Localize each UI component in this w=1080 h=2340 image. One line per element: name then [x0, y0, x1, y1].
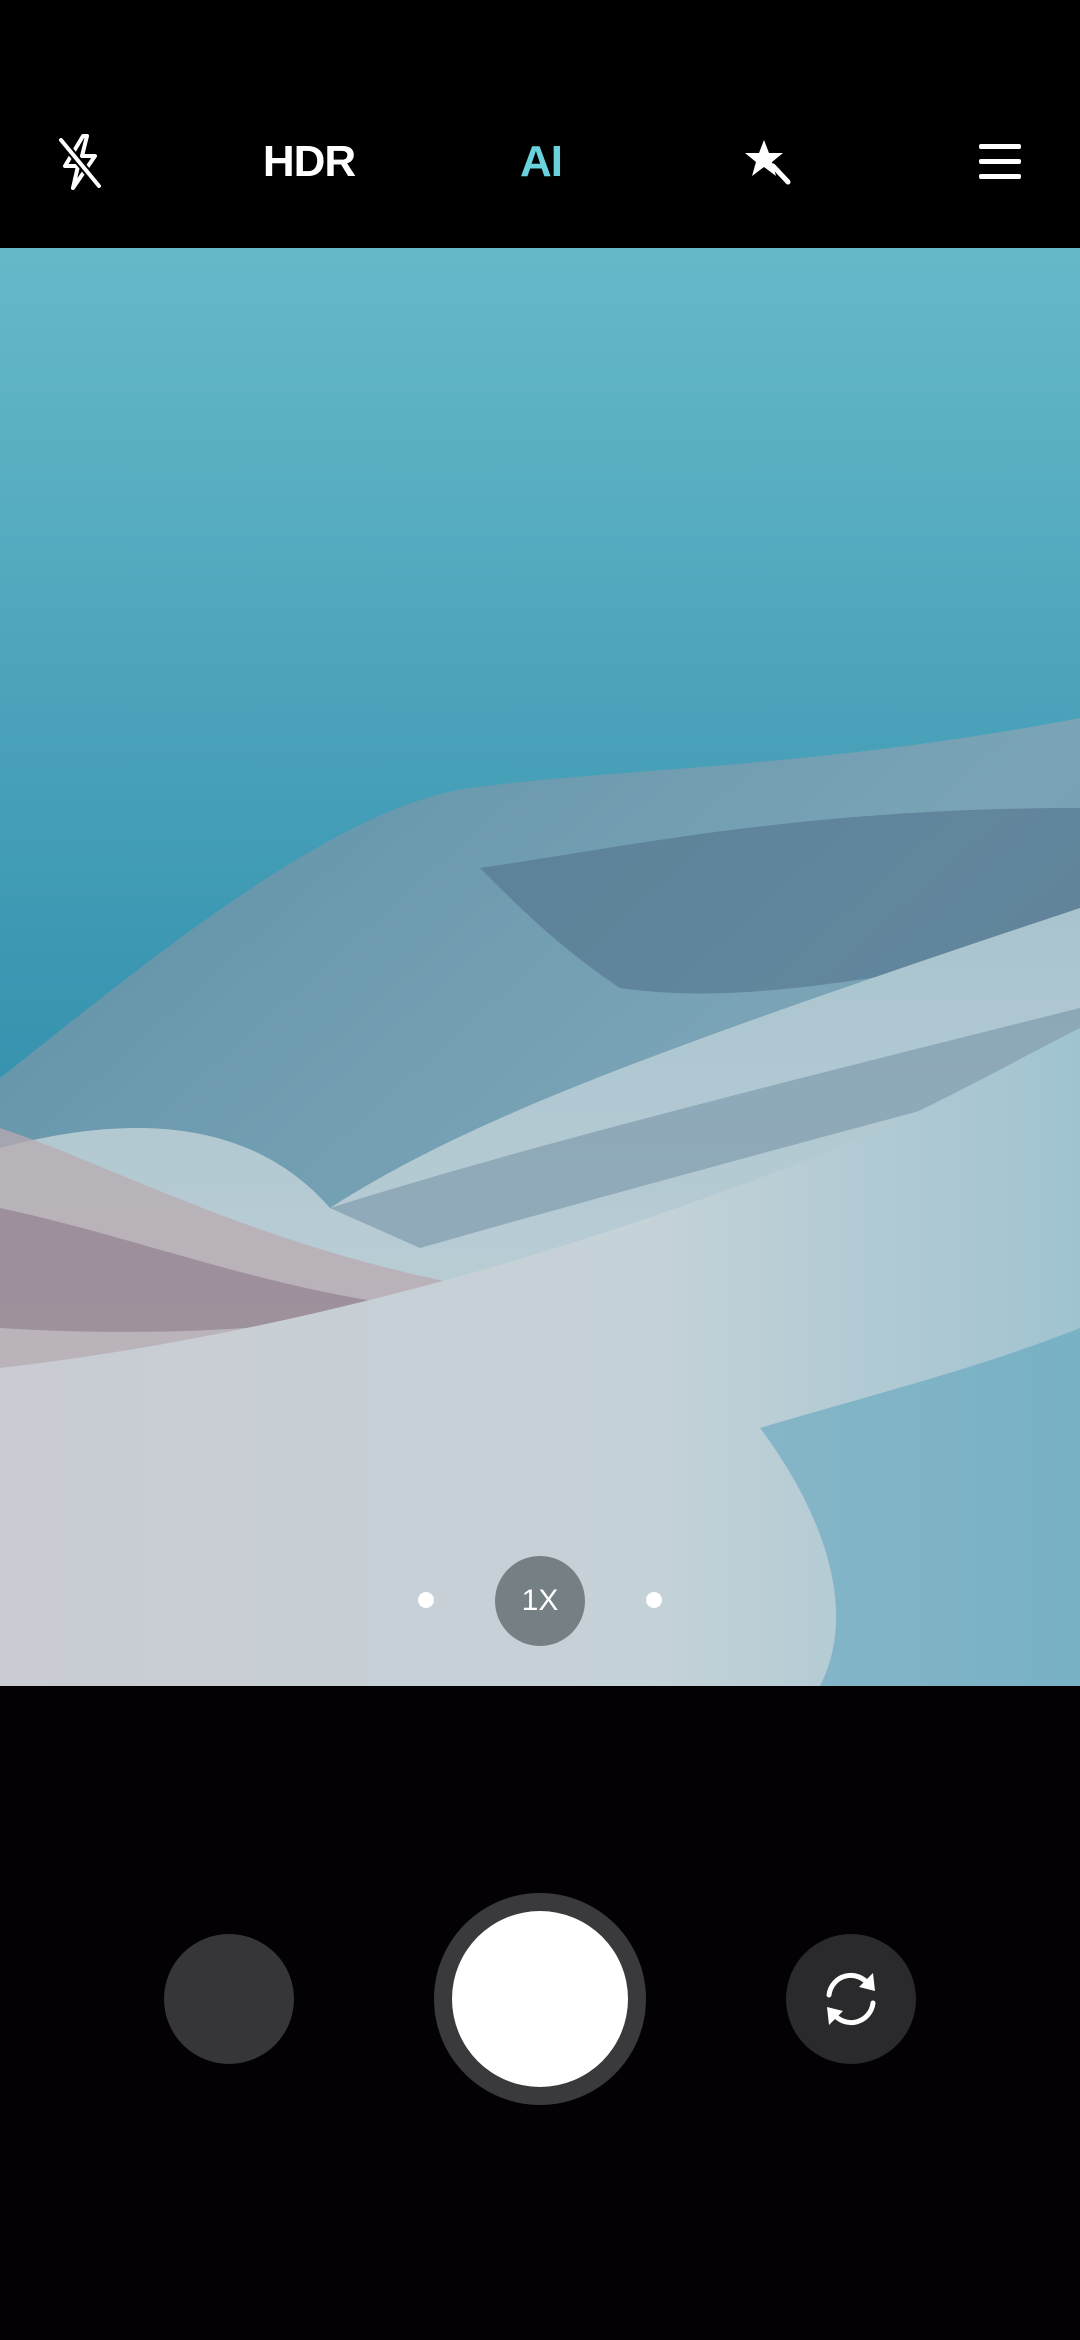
ai-label: AI [520, 137, 563, 186]
flash-toggle-button[interactable] [30, 112, 130, 212]
hdr-label: HDR [262, 137, 356, 186]
ai-toggle-button[interactable]: AI [491, 112, 591, 212]
beauty-filter-button[interactable] [718, 112, 818, 212]
flash-off-icon [57, 134, 103, 190]
preview-image [0, 248, 1080, 1686]
hamburger-menu-icon [979, 144, 1021, 179]
top-toolbar: HDR AI [0, 0, 1080, 248]
menu-button[interactable] [950, 112, 1050, 212]
gallery-thumbnail-button[interactable] [164, 1934, 294, 2064]
magic-star-icon [745, 140, 791, 185]
camera-viewfinder[interactable] [0, 248, 1080, 1686]
zoom-level-label: 1X [521, 1584, 559, 1617]
camera-screen: HDR AI 1X [0, 0, 1080, 2340]
shutter-button[interactable] [434, 1893, 646, 2105]
zoom-option-dot-left[interactable] [418, 1592, 434, 1608]
shutter-inner-circle [452, 1911, 628, 2087]
zoom-level-button[interactable]: 1X [495, 1556, 585, 1646]
hdr-toggle-button[interactable]: HDR [259, 112, 359, 212]
zoom-option-dot-right[interactable] [646, 1592, 662, 1608]
switch-camera-icon [826, 1973, 876, 2025]
switch-camera-button[interactable] [786, 1934, 916, 2064]
